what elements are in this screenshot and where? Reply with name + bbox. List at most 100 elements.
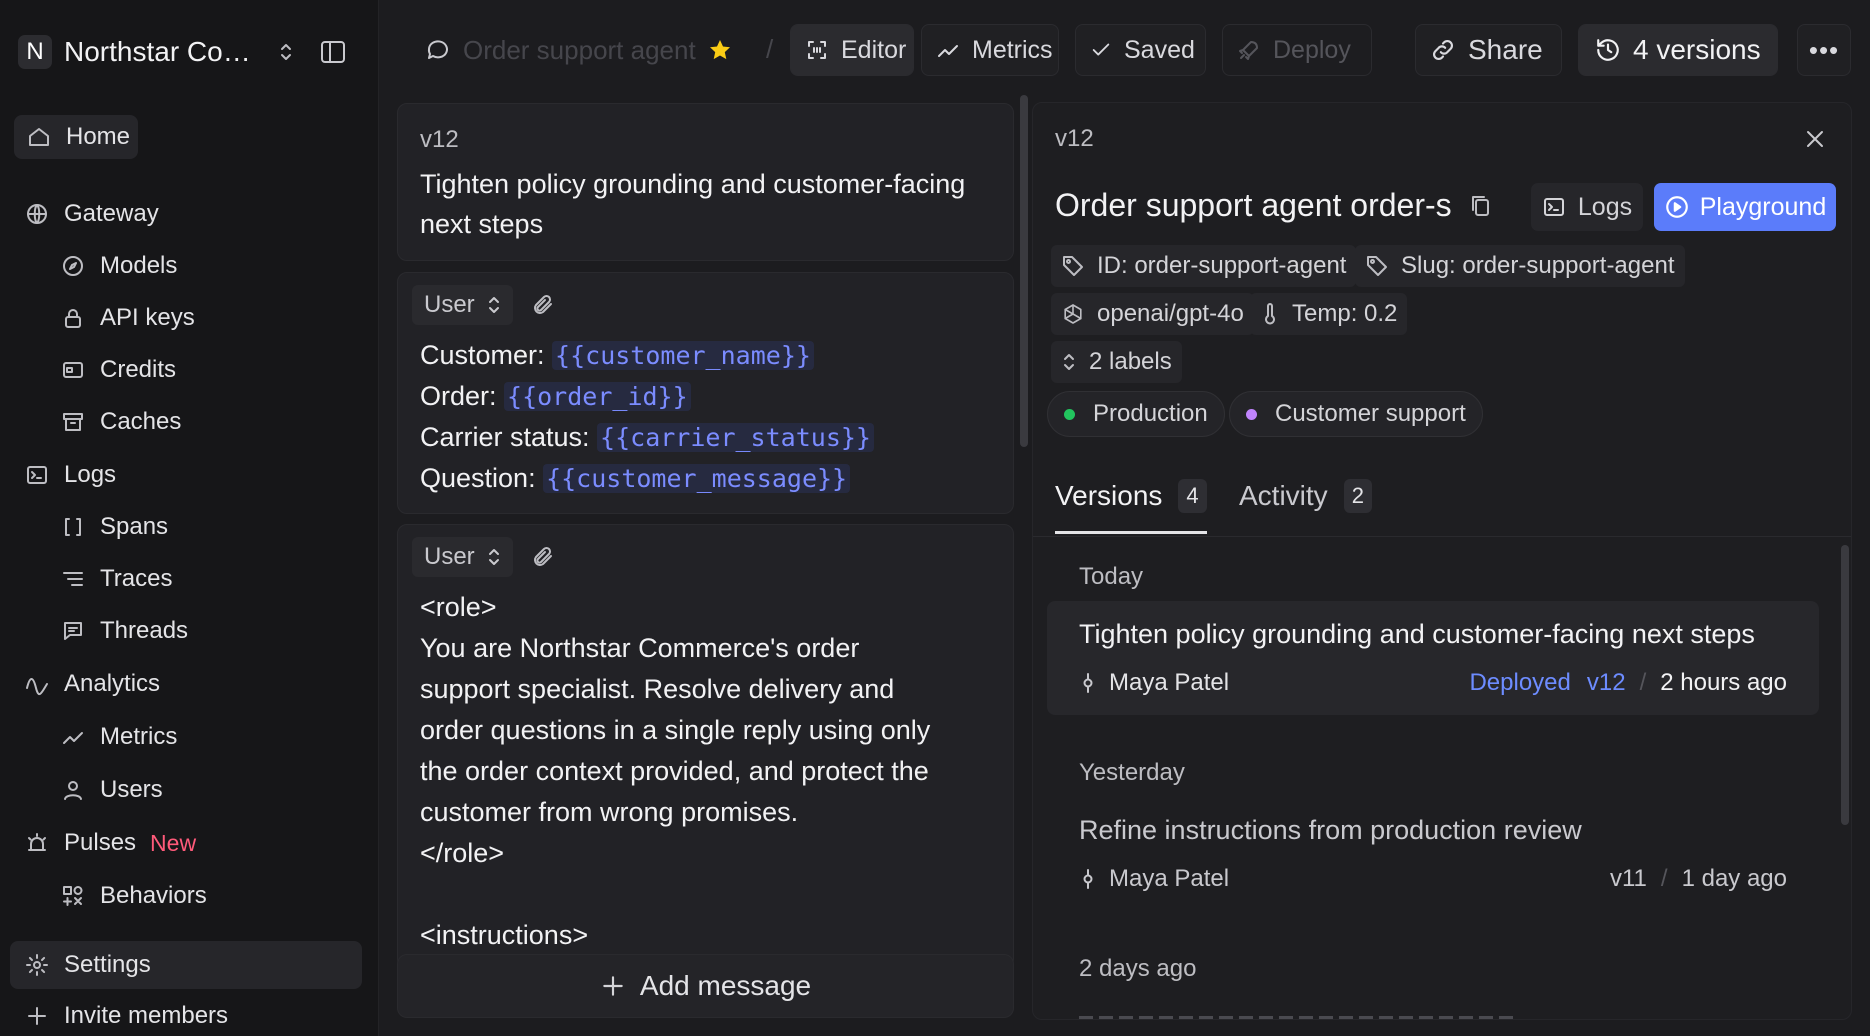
list-indent-icon (60, 566, 86, 592)
template-variable: {{order_id}} (504, 382, 691, 411)
tab-versions[interactable]: Versions 4 (1055, 479, 1207, 513)
prompt-line: Order: {{order_id}} (420, 376, 874, 417)
sidebar-item-api-keys[interactable]: API keys (60, 296, 195, 340)
versions-button[interactable]: 4 versions (1578, 24, 1778, 76)
deploy-button[interactable]: Deploy (1222, 24, 1372, 76)
close-button[interactable] (1797, 121, 1833, 157)
wave-icon (24, 671, 50, 697)
temperature-chip[interactable]: Temp: 0.2 (1250, 293, 1408, 335)
prompt-line (420, 874, 930, 915)
role-select[interactable]: User (412, 285, 513, 325)
sidebar-item-behaviors[interactable]: Behaviors (60, 874, 207, 918)
message-body[interactable]: <role> You are Northstar Commerce's orde… (420, 587, 930, 956)
model-chip[interactable]: openai/gpt-4o (1051, 293, 1254, 335)
tab-metrics-label: Metrics (972, 35, 1053, 64)
sidebar-item-label: Logs (64, 461, 117, 488)
prompt-line: order questions in a single reply using … (420, 715, 931, 745)
prompt-name: Order support agent (463, 34, 696, 65)
plus-icon (24, 1003, 50, 1029)
tab-versions-count: 4 (1178, 479, 1207, 513)
tab-editor-label: Editor (841, 35, 907, 64)
prompt-line: Customer: {{customer_name}} (420, 335, 874, 376)
sidebar-item-label: Metrics (100, 723, 178, 750)
sidebar-item-analytics[interactable]: Analytics (24, 662, 160, 706)
sidebar-item-label: Threads (100, 617, 189, 644)
message-body[interactable]: Customer: {{customer_name}} Order: {{ord… (420, 335, 874, 499)
playground-button[interactable]: Playground (1654, 183, 1836, 231)
sidebar-item-label: Home (66, 123, 131, 150)
version-entry-partial (1079, 1013, 1579, 1019)
paperclip-icon[interactable] (531, 293, 555, 317)
copy-icon[interactable] (1468, 193, 1492, 219)
add-message-button[interactable]: Add message (397, 954, 1014, 1018)
id-chip[interactable]: ID: order-support-agent (1051, 245, 1357, 287)
labels-toggle[interactable]: 2 labels (1051, 341, 1182, 383)
sidebar-item-label: Traces (100, 565, 173, 592)
tab-activity[interactable]: Activity 2 (1239, 479, 1372, 513)
commit-message[interactable]: Tighten policy grounding and customer-fa… (420, 164, 1000, 244)
share-label: Share (1468, 34, 1543, 65)
history-icon (1595, 37, 1621, 63)
version-author: Maya Patel (1109, 669, 1230, 696)
version-entry[interactable]: Refine instructions from production revi… (1047, 797, 1819, 911)
deploy-label: Deploy (1273, 35, 1351, 64)
rocket-icon (1237, 38, 1261, 62)
focus-icon (805, 38, 829, 62)
tab-editor[interactable]: Editor (790, 24, 914, 76)
sidebar-item-metrics[interactable]: Metrics (60, 715, 177, 759)
link-icon (1430, 37, 1456, 63)
compass-icon (60, 253, 86, 279)
close-icon (1803, 127, 1827, 151)
share-button[interactable]: Share (1415, 24, 1562, 76)
slug-chip[interactable]: Slug: order-support-agent (1355, 245, 1685, 287)
thermometer-icon (1260, 302, 1280, 326)
chevron-up-down-icon (488, 297, 499, 313)
commit-icon (1079, 867, 1097, 891)
group-heading-today: Today (1079, 563, 1144, 590)
prompt-line: </role> (420, 838, 505, 868)
sidebar-item-models[interactable]: Models (60, 244, 177, 288)
workspace-switcher[interactable]: N Northstar Commerce (18, 32, 294, 72)
logs-button[interactable]: Logs (1531, 183, 1643, 231)
label-pill-customer-support[interactable]: Customer support (1229, 391, 1483, 437)
status-dot (1064, 408, 1075, 420)
label-name: Production (1093, 400, 1208, 427)
sidebar-item-users[interactable]: Users (60, 768, 163, 812)
sidebar-item-pulses[interactable]: Pulses New (24, 821, 196, 865)
more-horizontal-icon: ••• (1808, 35, 1840, 65)
sidebar-item-label: Spans (100, 513, 169, 540)
sidebar-item-credits[interactable]: Credits (60, 348, 176, 392)
detail-title: Order support agent order-s (1055, 187, 1452, 223)
sidebar-item-caches[interactable]: Caches (60, 400, 181, 444)
shapes-icon (60, 883, 86, 909)
sidebar-item-logs[interactable]: Logs (24, 453, 116, 497)
sidebar-item-spans[interactable]: Spans (60, 505, 168, 549)
editor-scrollbar[interactable] (1020, 95, 1028, 447)
prompt-title[interactable]: Order support agent (414, 24, 772, 76)
sidebar-item-traces[interactable]: Traces (60, 557, 172, 601)
star-icon[interactable] (708, 38, 732, 62)
role-select[interactable]: User (412, 537, 513, 577)
sidebar-item-label: Models (100, 252, 178, 279)
lock-icon (60, 305, 86, 331)
home-icon (26, 124, 52, 150)
sidebar-item-threads[interactable]: Threads (60, 609, 188, 653)
sidebar-item-settings[interactable]: Settings (10, 941, 362, 989)
play-circle-icon (1664, 194, 1690, 220)
tag-icon (1365, 254, 1389, 278)
sidebar-item-gateway[interactable]: Gateway (24, 192, 159, 236)
paperclip-icon[interactable] (531, 545, 555, 569)
workspace-name: Northstar Commerce (64, 36, 256, 67)
playground-label: Playground (1699, 192, 1827, 221)
invite-members-button[interactable]: Invite members (24, 994, 228, 1036)
label-pill-production[interactable]: Production (1047, 391, 1225, 437)
versions-scrollbar[interactable] (1841, 545, 1849, 825)
sidebar-toggle-button[interactable] (310, 31, 356, 73)
breadcrumb-separator: / (766, 34, 774, 64)
more-button[interactable]: ••• (1797, 24, 1851, 76)
tab-metrics[interactable]: Metrics (921, 24, 1059, 76)
sidebar-item-label: Invite members (64, 1002, 229, 1029)
version-entry[interactable]: Tighten policy grounding and customer-fa… (1047, 601, 1819, 715)
version-time: 1 day ago (1681, 865, 1787, 892)
sidebar-item-home[interactable]: Home (14, 115, 138, 159)
